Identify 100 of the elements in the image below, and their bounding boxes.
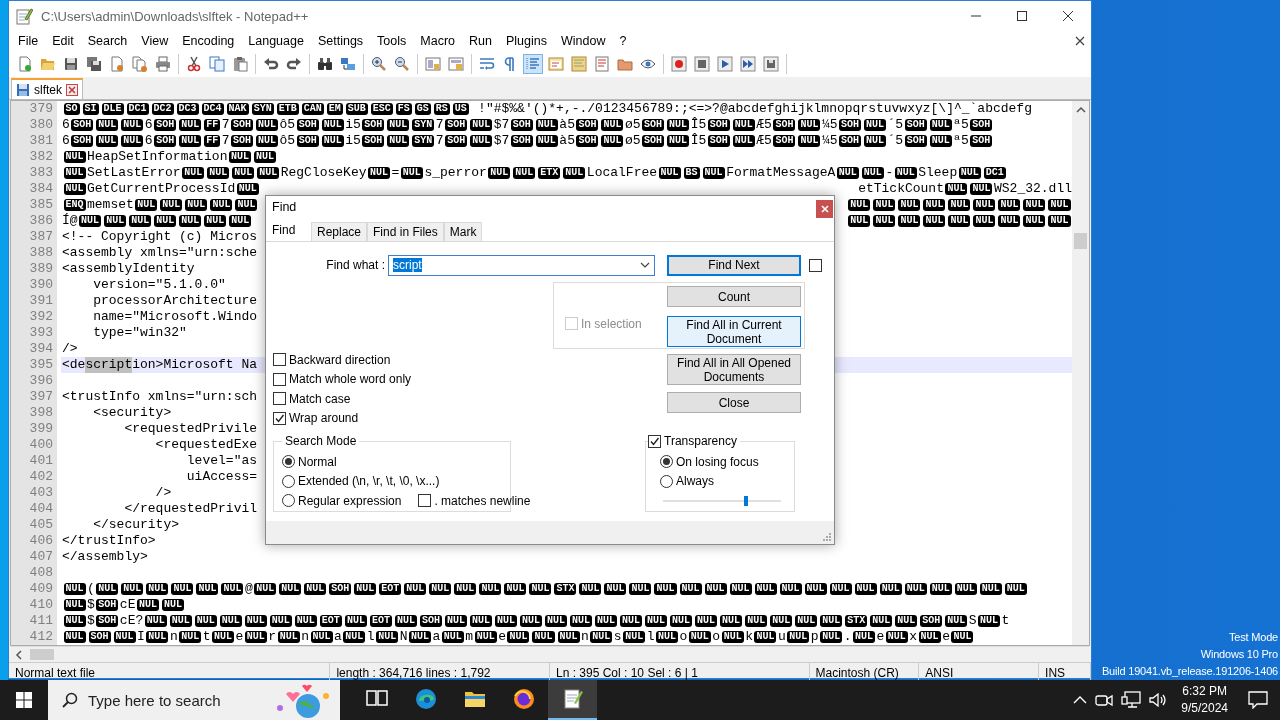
transparency-slider[interactable] bbox=[663, 495, 781, 507]
dialog-button[interactable]: Find All in Current Document bbox=[667, 316, 801, 347]
control-char-badge: NUL bbox=[504, 583, 527, 595]
maximize-icon[interactable] bbox=[1017, 11, 1027, 21]
camera-icon[interactable] bbox=[1095, 692, 1114, 708]
control-char-badge: SOH bbox=[96, 599, 119, 611]
menu-item[interactable]: Plugins bbox=[498, 34, 554, 48]
menu-item[interactable]: Settings bbox=[310, 34, 371, 48]
network-icon[interactable] bbox=[1121, 691, 1142, 709]
menu-item[interactable]: View bbox=[134, 34, 176, 48]
checkbox[interactable] bbox=[648, 434, 661, 448]
control-char-badge: NUL bbox=[244, 615, 267, 627]
control-char-badge: NUL bbox=[929, 119, 952, 131]
code-text: LocalFree bbox=[586, 165, 658, 181]
control-char-badge: NUL bbox=[96, 135, 119, 147]
menu-item[interactable]: Macro bbox=[413, 34, 463, 48]
control-char-badge: NUL bbox=[219, 615, 242, 627]
radio-label: Extended (\n, \r, \t, \0, \x...) bbox=[298, 474, 440, 489]
checkbox[interactable] bbox=[418, 494, 432, 508]
control-char-badge: SYN bbox=[251, 103, 274, 115]
menu-item[interactable]: Edit bbox=[45, 34, 81, 48]
code-text: 7 bbox=[221, 117, 230, 133]
control-char-badge: NUL bbox=[196, 583, 219, 595]
checkbox[interactable] bbox=[273, 392, 286, 406]
menu-item[interactable]: ? bbox=[612, 34, 634, 48]
control-char-badge: NUL bbox=[63, 151, 86, 163]
notification-icon[interactable] bbox=[1248, 691, 1268, 709]
control-char-badge: NUL bbox=[79, 215, 102, 227]
dialog-button[interactable]: Count bbox=[667, 286, 801, 307]
control-char-badge: SOH bbox=[642, 119, 665, 131]
menu-item[interactable]: Language bbox=[241, 34, 311, 48]
code-text: t bbox=[202, 629, 211, 645]
close-icon[interactable] bbox=[1075, 36, 1085, 46]
menu-item[interactable]: Encoding bbox=[175, 34, 242, 48]
file-tab[interactable]: slftek bbox=[11, 78, 83, 99]
control-char-badge: NUL bbox=[161, 599, 184, 611]
checkbox[interactable] bbox=[273, 372, 286, 386]
line-number: 390 bbox=[11, 277, 57, 293]
control-char-badge: NUL bbox=[829, 583, 852, 595]
line-number: 393 bbox=[11, 325, 57, 341]
browser-icon[interactable] bbox=[413, 687, 438, 711]
control-char-badge: NUL bbox=[479, 583, 502, 595]
control-char-badge: NUL bbox=[688, 631, 711, 643]
line-number: 383 bbox=[11, 165, 57, 181]
search-field[interactable]: Type here to search bbox=[48, 680, 340, 720]
dialog-tab[interactable]: Replace bbox=[311, 222, 368, 241]
dialog-button[interactable]: Find Next bbox=[667, 254, 801, 276]
menu-item[interactable]: Search bbox=[80, 34, 135, 48]
scroll-up-icon[interactable] bbox=[1075, 105, 1086, 115]
code-text: à5 bbox=[559, 133, 575, 149]
find-what-combobox[interactable]: script bbox=[388, 254, 655, 276]
dialog-button[interactable]: Find All in All Opened Documents bbox=[667, 354, 801, 385]
scrollbar-thumb[interactable] bbox=[30, 649, 54, 660]
control-char-badge: NUL bbox=[470, 135, 493, 147]
radio-button[interactable] bbox=[282, 455, 295, 469]
code-text: etTickCount bbox=[858, 181, 944, 197]
menu-item[interactable]: Window bbox=[553, 34, 613, 48]
dialog-button[interactable]: Close bbox=[667, 392, 801, 413]
code-text: Æ5 bbox=[756, 117, 772, 133]
scrollbar-thumb[interactable] bbox=[1074, 233, 1087, 249]
taskbar-button[interactable] bbox=[548, 680, 597, 720]
control-char-badge: NUL bbox=[1023, 199, 1046, 211]
control-char-badge: NUL bbox=[387, 119, 410, 131]
checkbox[interactable] bbox=[809, 258, 822, 272]
scroll-left-icon[interactable] bbox=[14, 649, 24, 660]
control-char-badge: SOH bbox=[445, 119, 468, 131]
checkbox[interactable] bbox=[273, 353, 286, 367]
clock[interactable]: 6:32 PM 9/5/2024 bbox=[1173, 680, 1236, 720]
radio-button[interactable] bbox=[660, 455, 673, 469]
radio-button[interactable] bbox=[282, 474, 295, 488]
menu-item[interactable]: Run bbox=[462, 34, 499, 48]
control-char-badge: SOH bbox=[904, 119, 927, 131]
checkbox[interactable] bbox=[273, 411, 286, 425]
close-icon[interactable] bbox=[1063, 11, 1073, 21]
dialog-tab[interactable]: Mark bbox=[443, 222, 483, 241]
control-char-badge: NUL bbox=[256, 135, 279, 147]
line-number: 412 bbox=[11, 629, 57, 645]
control-char-badge: NUL bbox=[820, 631, 843, 643]
control-char-badge: EOT bbox=[379, 583, 402, 595]
radio-button[interactable] bbox=[282, 494, 295, 508]
chevron-up-icon[interactable] bbox=[1073, 695, 1088, 705]
control-char-badge: NUL bbox=[63, 583, 86, 595]
volume-icon[interactable] bbox=[1149, 692, 1168, 708]
control-char-badge: NUL bbox=[670, 615, 693, 627]
control-char-badge: NUL bbox=[695, 615, 718, 627]
control-char-badge: NUL bbox=[732, 135, 755, 147]
control-char-badge: NUL bbox=[1023, 215, 1046, 227]
control-char-badge: DC1 bbox=[126, 103, 149, 115]
radio-button[interactable] bbox=[660, 474, 673, 488]
code-text: Æ5 bbox=[756, 133, 772, 149]
close-button[interactable] bbox=[816, 199, 833, 218]
menu-item[interactable]: Tools bbox=[370, 34, 414, 48]
code-text: m bbox=[465, 629, 474, 645]
menu-item[interactable]: File bbox=[11, 34, 46, 48]
slider-thumb[interactable] bbox=[743, 496, 748, 506]
code-text: = bbox=[391, 165, 400, 181]
code-text: FormatMessageA bbox=[726, 165, 836, 181]
browser-icon[interactable] bbox=[511, 687, 536, 711]
code-text: l bbox=[366, 629, 375, 645]
dialog-tab[interactable]: Find in Files bbox=[367, 222, 444, 241]
